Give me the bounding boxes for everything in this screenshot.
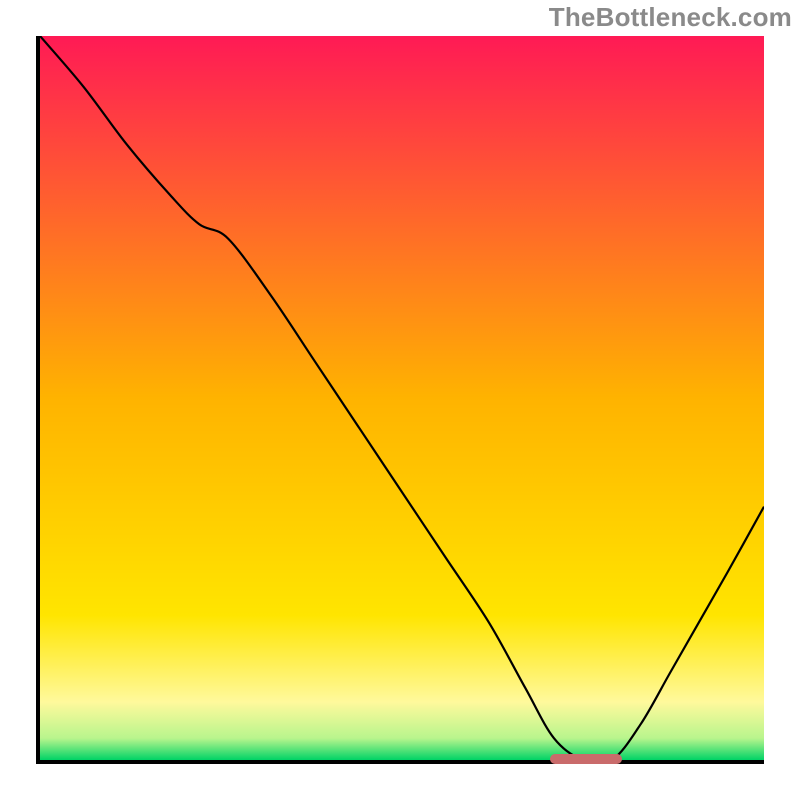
plot-area [36, 36, 764, 764]
bottleneck-curve [40, 36, 764, 760]
chart-container: TheBottleneck.com [0, 0, 800, 800]
watermark-text: TheBottleneck.com [549, 2, 792, 33]
curve-layer [40, 36, 764, 760]
minimum-region-marker [550, 754, 623, 764]
